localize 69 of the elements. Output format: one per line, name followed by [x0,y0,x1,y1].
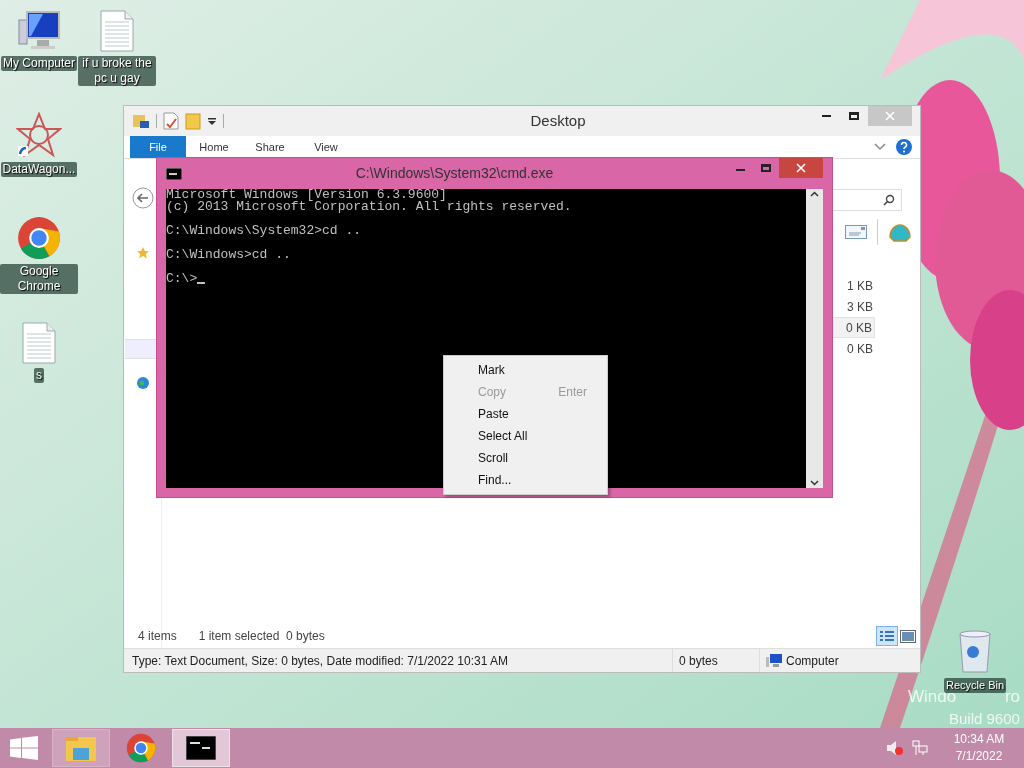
menu-item[interactable]: Paste [444,403,607,425]
menu-item[interactable]: Scroll [444,447,607,469]
menu-item[interactable]: Find... [444,469,607,491]
desktop-icon-label[interactable]: Recycle Bin [943,678,1007,693]
computer-icon [17,10,61,52]
ribbon-tab[interactable]: View [298,136,354,158]
console-line: Microsoft Windows [Version 6.3.9600] [166,189,447,201]
network-icon[interactable] [912,740,928,756]
desktop-icon-label[interactable]: if u broke the pc u gay [78,56,156,86]
muted-speaker-icon[interactable] [886,740,904,756]
file-size-cell[interactable]: 0 KB [830,338,875,359]
scroll-up-icon[interactable] [810,191,819,197]
console-icon [166,167,182,180]
recycle-bin-icon [957,630,993,674]
star-icon[interactable] [136,247,149,259]
watermark-text: Build 9600 [949,709,1020,729]
console-line: (c) 2013 Microsoft Corporation. All rights reserved. [166,201,572,213]
document-icon [100,10,134,52]
list-icon [880,630,894,642]
details-view-button[interactable] [876,626,898,646]
close-icon [885,111,895,121]
desktop-icon-label[interactable]: Google Chrome [0,264,78,294]
location-text: Computer [785,652,839,670]
selection-info-text: 1 item selected 0 bytes [198,628,325,645]
folder-icon[interactable] [132,112,150,130]
console-line: C:\> [166,273,198,285]
help-icon[interactable] [896,139,912,155]
ribbon-tab[interactable]: Home [186,136,242,158]
chevron-down-icon[interactable] [874,143,886,151]
folder-icon [65,734,97,762]
scrollbar[interactable] [806,189,823,488]
dropdown-icon[interactable] [207,116,217,126]
watermark-text: ro [1004,686,1021,708]
window-title: C:\Windows\System32\cmd.exe [354,164,555,183]
globe-icon[interactable] [136,377,149,389]
console-line: C:\Windows>cd .. [166,249,291,261]
ribbon-tab[interactable]: Share [242,136,298,158]
chrome-icon [126,733,156,763]
item-count-text: 4 items [138,628,177,645]
menu-item[interactable]: Select All [444,425,607,447]
start-button[interactable] [10,736,38,760]
shortcut-text: Enter [558,384,587,401]
close-icon [796,163,806,173]
text-cursor [197,282,206,284]
chrome-icon [17,216,61,260]
details-text: Type: Text Document, Size: 0 bytes, Date modified: 7/1/2022 10:31 AM [131,652,509,670]
document-icon [22,322,56,364]
computer-icon [766,653,782,668]
console-line: C:\Windows\System32>cd .. [166,225,362,237]
star-pattern-icon [16,112,62,158]
desktop-icon-label[interactable]: DataWagon... [0,162,78,177]
console-icon [186,736,216,760]
scroll-down-icon[interactable] [810,480,819,486]
search-icon [883,194,895,206]
close-button[interactable] [779,158,823,178]
window-title: Desktop [529,110,587,131]
size-text: 0 bytes [678,652,719,670]
ribbon-tab[interactable]: File [130,136,186,158]
desktop-icon-label[interactable]: My Computer [1,56,77,71]
image-icon[interactable] [900,629,916,643]
document-icon[interactable] [163,112,179,130]
menu-item[interactable]: Mark [444,359,607,381]
file-size-cell[interactable]: 0 KB [830,317,875,338]
envelope-icon[interactable] [845,225,867,239]
shell-icon[interactable] [888,221,912,243]
file-size-cell[interactable]: 1 KB [830,275,875,296]
desktop-icon-label[interactable]: s [34,368,44,383]
back-icon[interactable] [131,187,154,209]
file-size-cell[interactable]: 3 KB [830,296,875,317]
